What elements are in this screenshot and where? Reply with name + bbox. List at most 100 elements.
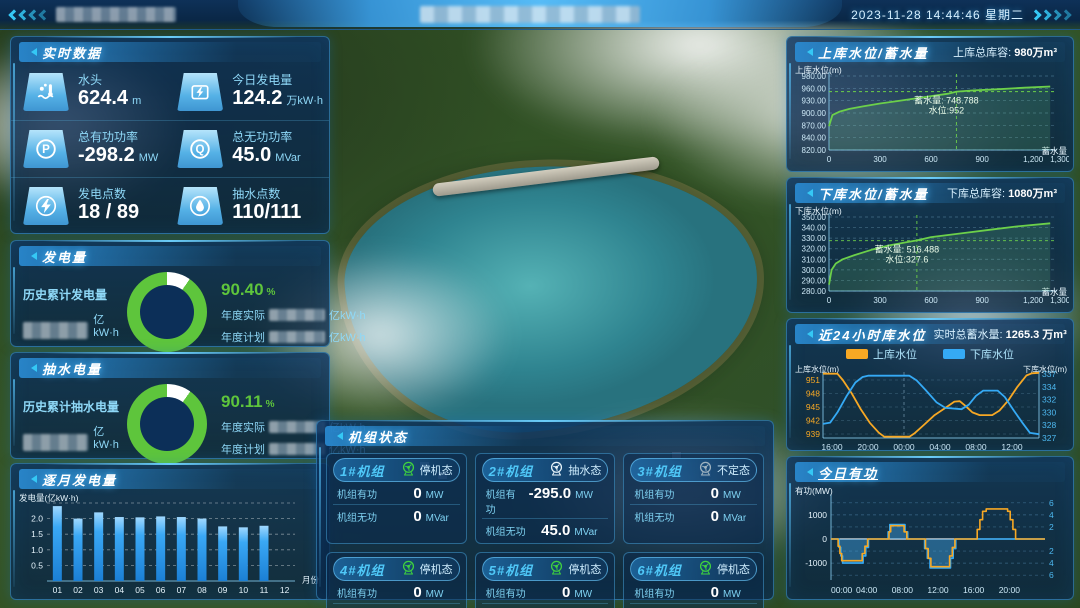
title-arrow-icon [27, 48, 37, 56]
legend-lower[interactable]: 下库水位 [943, 346, 1014, 362]
row-value: 0 [711, 485, 719, 502]
svg-text:02: 02 [73, 585, 83, 595]
stat-label: 总无功功率 [232, 131, 300, 144]
legend-upper-swatch [846, 349, 868, 359]
panel-today-power: 今日有功 64224610000-100000:0004:0008:0012:0… [786, 456, 1074, 600]
unit-name: 4#机组 [340, 560, 384, 579]
svg-text:-1000: -1000 [805, 558, 827, 568]
row-value: 0 [562, 584, 570, 601]
svg-text:16:00: 16:00 [821, 442, 843, 452]
panel-title: 上库水位/蓄水量 [818, 43, 929, 62]
panel-upper-reservoir: 上库水位/蓄水量 上库总库容: 980万m³ 980.00960.00930.0… [786, 36, 1074, 172]
history-generation-label: 历史累计发电量 [23, 286, 121, 303]
unit-card-3[interactable]: 3#机组不定态机组有功0MW机组无功0MVar [623, 453, 764, 544]
unit-card-6[interactable]: 6#机组停机态机组有功0MW机组无功0MVar [623, 552, 764, 608]
svg-text:03: 03 [94, 585, 104, 595]
unit-card-2[interactable]: 2#机组抽水态机组有功-295.0MW机组无功45.0MVar [475, 453, 616, 544]
stat-label: 今日发电量 [232, 74, 323, 87]
svg-text:840.00: 840.00 [802, 134, 827, 143]
chevrons-right-icon[interactable] [1032, 11, 1070, 19]
panel-title: 实时数据 [42, 43, 102, 62]
svg-text:942: 942 [806, 416, 820, 426]
title-arrow-icon [27, 475, 37, 483]
svg-text:蓄水量: 748.788: 蓄水量: 748.788 [914, 95, 979, 106]
unit-card-1[interactable]: 1#机组停机态机组有功0MW机组无功0MVar [326, 453, 467, 544]
pumping-progress-donut [127, 384, 207, 464]
svg-text:06: 06 [156, 585, 166, 595]
svg-text:00:00: 00:00 [831, 585, 853, 595]
history-pumping-label: 历史累计抽水电量 [23, 398, 121, 415]
panel-pumping: 抽水电量 历史累计抽水电量 亿kW·h 90.11% 年度实际 亿kW·h 年度… [10, 352, 330, 459]
svg-text:334: 334 [1042, 382, 1056, 392]
svg-text:310.00: 310.00 [802, 255, 827, 264]
svg-text:08: 08 [197, 585, 207, 595]
svg-text:1.5: 1.5 [31, 529, 43, 539]
svg-text:960.00: 960.00 [802, 84, 827, 93]
svg-text:04: 04 [115, 585, 125, 595]
row-value: 45.0 [541, 522, 570, 539]
svg-text:1.0: 1.0 [31, 545, 43, 555]
panel-monthly-generation: 逐月发电量 2.01.51.00.5发电量(亿kW·h)010203040506… [10, 463, 330, 600]
legend-upper[interactable]: 上库水位 [846, 346, 917, 362]
unit-active-power-row: 机组有功-295.0MW [482, 482, 609, 518]
unit-header: 5#机组停机态 [482, 557, 609, 581]
unit-reactive-power-row: 机组无功0MVar [333, 603, 460, 608]
unit-card-4[interactable]: 4#机组停机态机组有功0MW机组无功0MVar [326, 552, 467, 608]
pump-icon [400, 559, 417, 579]
redacted-value [23, 434, 88, 451]
stat-label: 发电点数 [78, 188, 139, 201]
unit-name: 6#机组 [637, 560, 681, 579]
unit-card-5[interactable]: 5#机组停机态机组有功0MW机组无功0MVar [475, 552, 616, 608]
unit-active-power-row: 机组有功0MW [333, 482, 460, 504]
panel-unit-status: 机组状态 1#机组停机态机组有功0MW机组无功0MVar2#机组抽水态机组有功-… [316, 420, 774, 600]
unit-name: 5#机组 [489, 560, 533, 579]
title-arrow-icon [803, 48, 813, 56]
percent-sign: % [267, 287, 276, 298]
unit-reactive-power-row: 机组无功0MVar [333, 504, 460, 527]
stat-value: 18 / 89 [78, 201, 139, 224]
capacity-label: 下库总库容: [947, 188, 1005, 200]
panel-24h-levels: 近24小时库水位 实时总蓄水量: 1265.3 万m³ 上库水位 下库水位 95… [786, 318, 1074, 451]
percent-sign: % [266, 399, 275, 410]
unit-reactive-power-row: 机组无功0MVar [630, 504, 757, 527]
unit-label: 亿kW·h [329, 329, 366, 345]
reactive-power-icon: Q [177, 130, 223, 168]
row-unit: MW [723, 589, 753, 600]
h24-levels-chart: 95194894594293933733433233032832716:0020… [787, 362, 1073, 457]
unit-header: 6#机组停机态 [630, 557, 757, 581]
stat-value: 110/111 [232, 201, 301, 224]
stat-gen-points: 发电点数18 / 89 [11, 177, 165, 234]
pump-icon [400, 460, 417, 480]
svg-text:上库水位(m): 上库水位(m) [795, 364, 839, 374]
svg-text:08:00: 08:00 [965, 442, 987, 452]
svg-text:有功(MW): 有功(MW) [795, 486, 833, 496]
pumping-percent: 90.11 [221, 392, 263, 411]
stat-label: 水头 [78, 74, 141, 87]
svg-text:P: P [42, 144, 50, 156]
row-unit: MW [723, 490, 753, 501]
datetime: 2023-11-28 14:44:46 星期二 [851, 6, 1024, 23]
panel-title: 近24小时库水位 [818, 325, 926, 344]
stat-value: 624.4m [78, 87, 141, 110]
unit-active-power-row: 机组有功0MW [630, 482, 757, 504]
unit-label: 亿kW·h [329, 307, 366, 323]
svg-text:320.00: 320.00 [802, 245, 827, 254]
capacity-label: 上库总库容: [953, 47, 1011, 59]
pump-icon [697, 559, 714, 579]
svg-text:290.00: 290.00 [802, 276, 827, 285]
pump-points-icon [177, 187, 223, 225]
chevrons-left-icon[interactable] [10, 11, 48, 19]
title-arrow-icon [803, 330, 813, 338]
unit-status: 停机态 [548, 559, 601, 579]
unit-active-power-row: 机组有功0MW [482, 581, 609, 603]
panel-title: 逐月发电量 [42, 470, 117, 489]
title-arrow-icon [27, 252, 37, 260]
svg-text:900: 900 [975, 296, 989, 305]
svg-text:10: 10 [239, 585, 249, 595]
svg-text:330.00: 330.00 [802, 234, 827, 243]
svg-text:水位:327.6: 水位:327.6 [885, 254, 928, 265]
stat-label: 抽水点数 [232, 188, 301, 201]
unit-label: 亿kW·h [93, 423, 121, 451]
total-storage-label: 实时总蓄水量: [933, 329, 1002, 341]
row-label: 机组无功 [337, 509, 377, 524]
